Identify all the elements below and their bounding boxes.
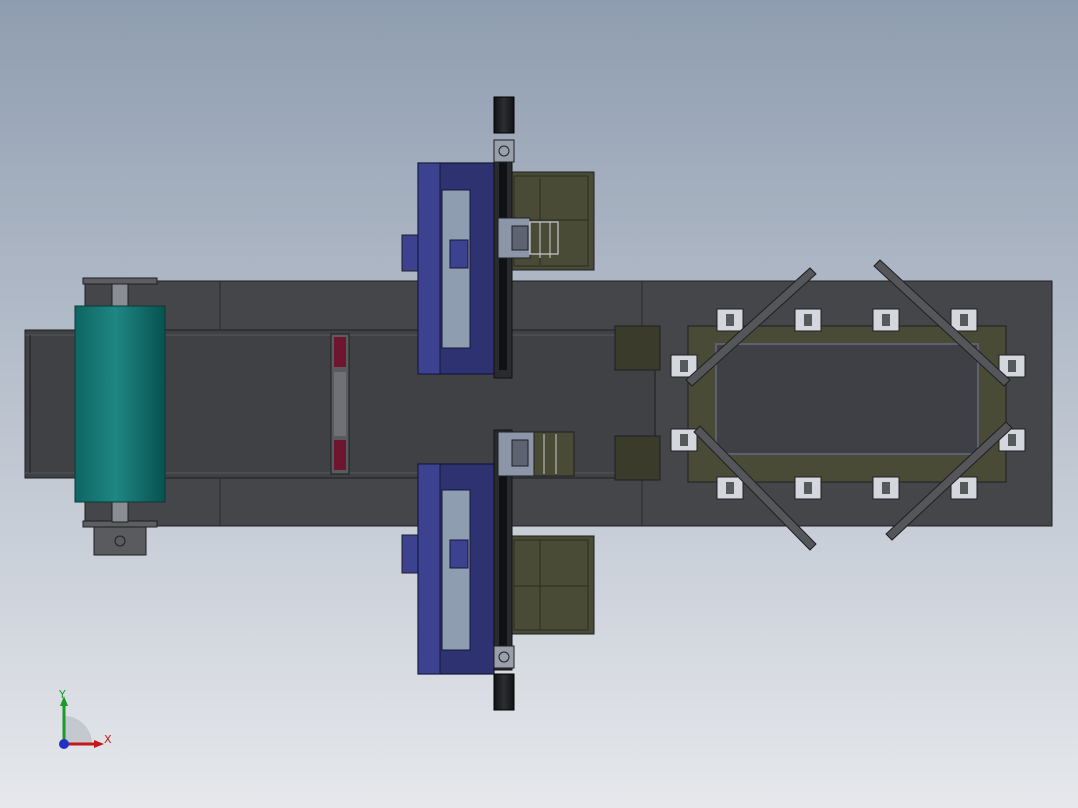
clamp-jaw <box>680 360 688 372</box>
fixture-table[interactable] <box>687 325 1007 483</box>
clamp-jaw <box>1008 434 1016 446</box>
clamp-jaw <box>804 314 812 326</box>
graphics-viewport[interactable]: X Y <box>0 0 1078 808</box>
clamp-jaw <box>726 314 734 326</box>
y-axis-label: Y <box>59 688 66 701</box>
x-axis-label: X <box>104 733 112 746</box>
clamp-jaw <box>960 482 968 494</box>
roller-motor[interactable] <box>93 526 147 556</box>
cad-model-view[interactable] <box>0 0 1078 808</box>
belt-stopper[interactable] <box>330 333 350 475</box>
drive-roller[interactable] <box>74 305 166 503</box>
clamp-jaw <box>726 482 734 494</box>
clamp-jaw <box>1008 360 1016 372</box>
clamp-jaw <box>680 434 688 446</box>
clamp-jaw <box>960 314 968 326</box>
clamp-jaw <box>882 482 890 494</box>
clamp-jaw <box>804 482 812 494</box>
clamp-jaw <box>882 314 890 326</box>
